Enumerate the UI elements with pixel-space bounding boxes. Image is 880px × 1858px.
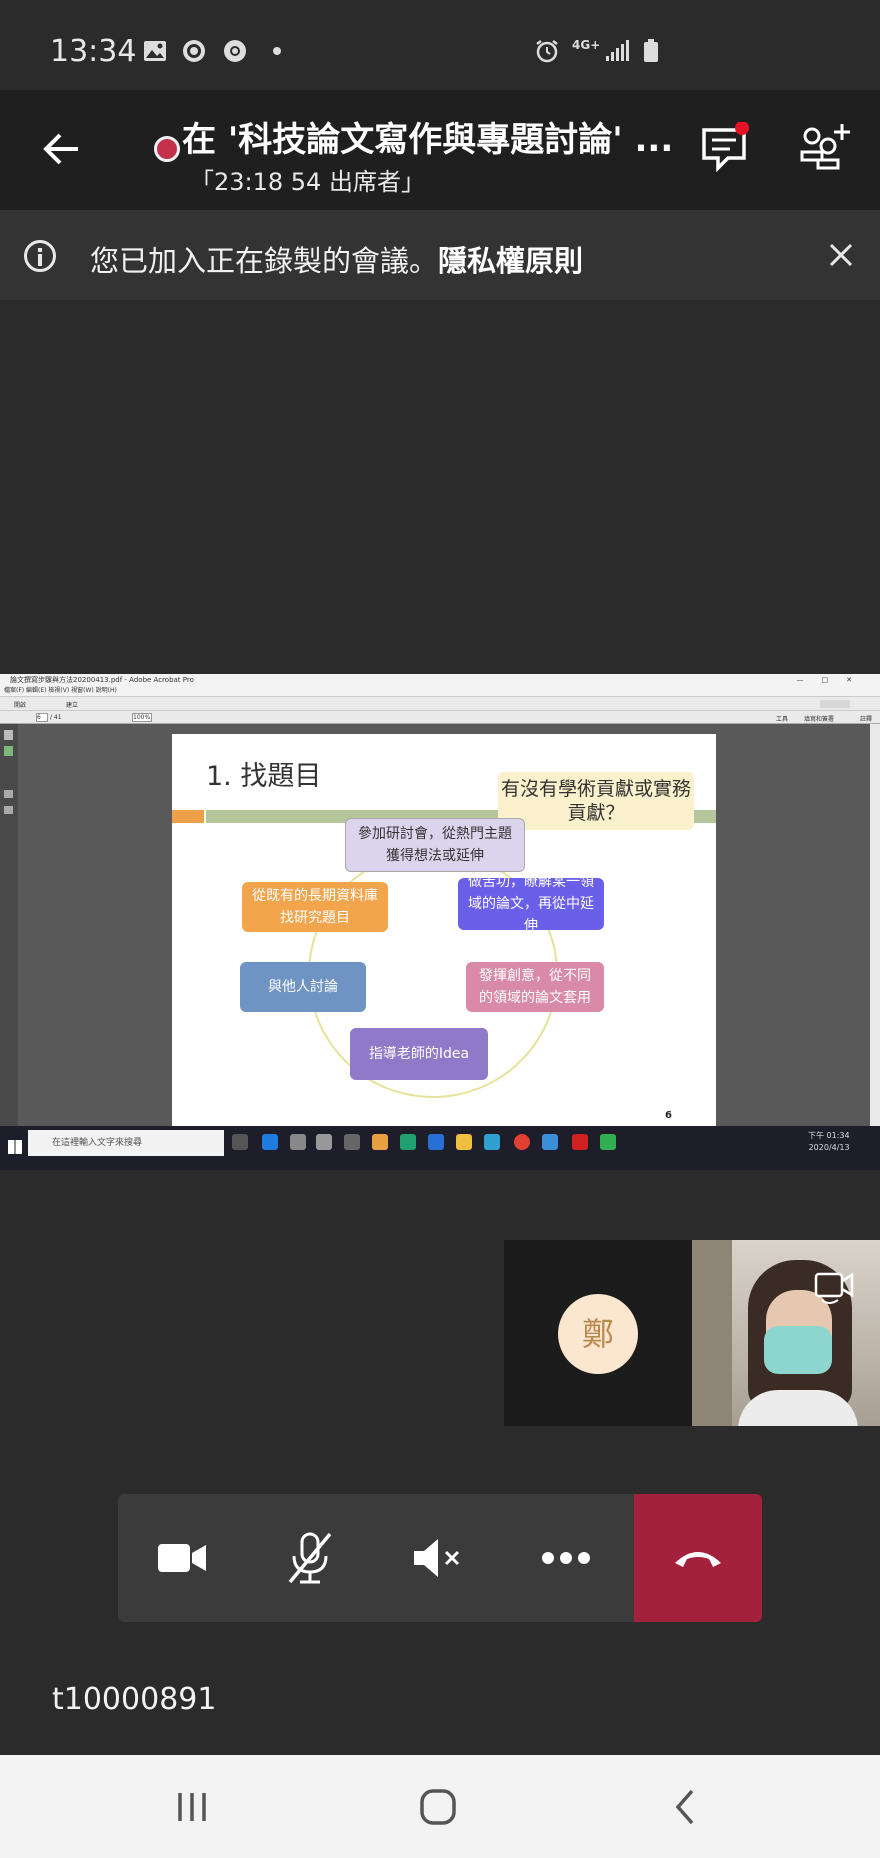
slide-node-discussion: 與他人討論 <box>240 962 366 1012</box>
participant-avatar: 鄭 <box>558 1294 638 1374</box>
android-nav-bar <box>0 1755 880 1858</box>
slide-callout: 有沒有學術貢獻或實務貢獻？ <box>498 772 694 830</box>
slide-node-conference: 參加研討會，從熱門主題獲得想法或延伸 <box>345 818 525 872</box>
mic-off-icon <box>288 1532 332 1584</box>
pages-panel-icon[interactable] <box>4 730 13 740</box>
close-icon[interactable] <box>826 240 856 270</box>
app-1-icon[interactable] <box>290 1134 306 1150</box>
app-3-icon[interactable] <box>344 1134 360 1150</box>
bookmarks-panel-icon[interactable] <box>4 746 13 756</box>
info-icon <box>24 240 56 272</box>
privacy-policy-link[interactable]: 隱私權原則 <box>438 244 583 278</box>
edge-icon[interactable] <box>262 1134 278 1150</box>
task-view-icon[interactable] <box>232 1134 248 1150</box>
mic-muted-button[interactable] <box>246 1494 374 1622</box>
video-camera-icon <box>158 1544 206 1572</box>
acrobat-taskbar-icon[interactable] <box>572 1134 588 1150</box>
banner-message: 您已加入正在錄製的會議。 <box>90 244 439 278</box>
status-bar: 13:34 4G+ <box>0 0 880 90</box>
app-7-icon[interactable] <box>484 1134 500 1150</box>
app-5-icon[interactable] <box>400 1134 416 1150</box>
back-arrow-icon[interactable] <box>38 126 84 172</box>
recording-banner: 您已加入正在錄製的會議。隱私權原則 <box>0 210 880 300</box>
dot-icon <box>273 47 281 55</box>
fill-sign-label[interactable]: 填寫和簽署 <box>804 714 834 723</box>
switch-camera-icon[interactable] <box>812 1264 856 1308</box>
windows-start-icon[interactable] <box>8 1140 22 1154</box>
taskbar-clock: 下午 01:34 2020/4/13 <box>808 1130 850 1154</box>
more-dots-icon <box>542 1552 590 1564</box>
attachments-panel-icon[interactable] <box>4 790 13 798</box>
hang-up-button[interactable] <box>634 1494 762 1622</box>
acrobat-side-panel <box>0 724 18 1126</box>
call-controls <box>118 1494 762 1622</box>
pdf-scrollbar[interactable] <box>870 724 880 1126</box>
chrome-icon <box>224 40 246 62</box>
app-6-icon[interactable] <box>428 1134 444 1150</box>
file-explorer-icon[interactable] <box>456 1134 472 1150</box>
more-options-button[interactable] <box>502 1494 630 1622</box>
zoom-field[interactable]: 100% <box>132 713 152 722</box>
comment-label[interactable]: 註釋 <box>860 714 872 723</box>
taskbar-clock-date: 2020/4/13 <box>808 1143 850 1152</box>
slide-node-literature: 做苦功，瞭解某一領域的論文，再從中延伸 <box>458 874 604 934</box>
user-id-label: t10000891 <box>52 1682 217 1717</box>
hang-up-phone-icon <box>675 1552 721 1567</box>
meeting-attendees: 「23:18 54 出席者」 <box>190 168 425 196</box>
acrobat-toolbar: 開啟 建立 <box>0 696 880 710</box>
acrobat-menu-bar: 檔案(F) 編輯(E) 檢視(V) 視窗(W) 說明(H) <box>0 686 880 696</box>
slide-node-creativity: 發揮創意，從不同的領域的論文套用 <box>466 962 604 1012</box>
app-icon <box>183 40 205 62</box>
shared-screen: 論文撰寫步驟與方法20200413.pdf - Adobe Acrobat Pr… <box>0 674 880 1170</box>
gallery-icon <box>144 41 166 61</box>
create-button[interactable]: 建立 <box>66 700 78 709</box>
chrome-taskbar-icon[interactable] <box>514 1134 530 1150</box>
recent-apps-icon[interactable] <box>172 1787 212 1827</box>
open-button[interactable]: 開啟 <box>14 700 26 709</box>
slide-page-number: 6 <box>665 1110 672 1121</box>
self-view-tile[interactable] <box>692 1240 880 1426</box>
taskbar-clock-time: 下午 01:34 <box>808 1131 850 1140</box>
acrobat-title-bar: 論文撰寫步驟與方法20200413.pdf - Adobe Acrobat Pr… <box>0 674 880 686</box>
line-icon[interactable] <box>600 1134 616 1150</box>
slide-node-database: 從既有的長期資料庫找研究題目 <box>242 882 388 932</box>
speaker-muted-button[interactable] <box>374 1494 502 1622</box>
page-total: / 41 <box>50 714 62 721</box>
back-icon[interactable] <box>666 1787 706 1827</box>
signal-icon <box>606 40 629 61</box>
network-type: 4G+ <box>572 38 601 52</box>
recording-indicator <box>154 136 180 162</box>
windows-taskbar: 在這裡輸入文字來搜尋 下午 01:34 2020/4/13 <box>0 1126 880 1170</box>
slide-accent-bar <box>172 810 204 823</box>
window-controls: —□✕ <box>796 676 870 684</box>
slide-node-advisor: 指導老師的Idea <box>350 1028 488 1080</box>
customize-label <box>820 700 850 708</box>
status-time: 13:34 <box>50 34 137 69</box>
camera-button[interactable] <box>118 1494 246 1622</box>
layers-panel-icon[interactable] <box>4 806 13 814</box>
alarm-icon <box>536 40 558 63</box>
page-number-field[interactable]: 6 <box>36 713 48 722</box>
presentation-slide: 1. 找題目 有沒有學術貢獻或實務貢獻？ 參加研討會，從熱門主題獲得想法或延伸 … <box>172 734 716 1126</box>
acrobat-nav-toolbar: 6 / 41 100% 工具 填寫和簽署 註釋 <box>0 710 880 724</box>
self-view-wall-panel <box>692 1240 732 1426</box>
banner-text: 您已加入正在錄製的會議。隱私權原則 <box>90 238 583 280</box>
tools-label[interactable]: 工具 <box>776 714 788 723</box>
add-people-icon[interactable] <box>798 120 854 176</box>
participant-tile[interactable]: 鄭 <box>504 1240 692 1426</box>
app-2-icon[interactable] <box>316 1134 332 1150</box>
taskbar-search-input[interactable]: 在這裡輸入文字來搜尋 <box>28 1130 224 1156</box>
battery-icon <box>644 39 658 62</box>
ie-icon[interactable] <box>542 1134 558 1150</box>
acrobat-window-title: 論文撰寫步驟與方法20200413.pdf - Adobe Acrobat Pr… <box>10 676 194 684</box>
home-icon[interactable] <box>418 1787 458 1827</box>
meeting-title[interactable]: 在 '科技論文寫作與專題討論' ... <box>182 112 682 161</box>
app-4-icon[interactable] <box>372 1134 388 1150</box>
chat-icon[interactable] <box>700 122 752 174</box>
speaker-off-icon <box>414 1539 460 1577</box>
slide-title: 1. 找題目 <box>206 761 322 792</box>
